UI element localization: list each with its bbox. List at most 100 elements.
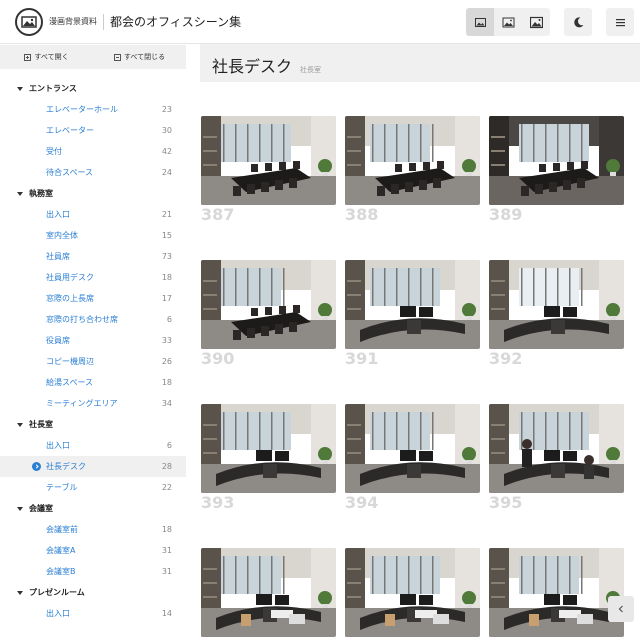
image-medium-icon — [502, 17, 514, 27]
sidebar-item[interactable]: コピー機周辺 26 — [0, 351, 186, 372]
sidebar-item-label: 待合スペース — [46, 168, 94, 177]
sidebar-item-count: 31 — [161, 567, 172, 576]
sidebar-item[interactable]: テーブル 22 — [0, 477, 186, 498]
office-photo-thumbnail[interactable] — [201, 116, 336, 205]
sidebar-item-count: 28 — [161, 462, 172, 471]
image-card[interactable]: 390 — [201, 260, 336, 368]
page-subtitle[interactable]: 社長室 — [300, 65, 321, 75]
image-card[interactable]: 394 — [345, 404, 480, 512]
sidebar-item[interactable]: 会議室前 18 — [0, 519, 186, 540]
sidebar-item-count: 18 — [161, 378, 172, 387]
sidebar-item[interactable]: 給湯スペース 18 — [0, 372, 186, 393]
sidebar-item-count: 24 — [161, 168, 172, 177]
image-card[interactable]: 396 — [201, 548, 336, 640]
scroll-left-button[interactable] — [608, 596, 634, 622]
sidebar-item[interactable]: 窓際の打ち合わせ席 6 — [0, 309, 186, 330]
sidebar-category[interactable]: エントランス — [0, 78, 186, 99]
office-photo-thumbnail[interactable] — [345, 116, 480, 205]
site-logo-icon[interactable] — [15, 7, 43, 36]
sidebar-category[interactable]: 執務室 — [0, 183, 186, 204]
image-number: 389 — [489, 205, 523, 224]
sidebar-item[interactable]: 社員用デスク 18 — [0, 267, 186, 288]
image-card[interactable]: 391 — [345, 260, 480, 368]
collapse-all-button[interactable]: すべて閉じる — [93, 52, 186, 62]
image-large-icon — [529, 16, 543, 28]
site-name[interactable]: 漫画背景資料 — [49, 16, 97, 27]
view-large-button[interactable] — [522, 8, 550, 36]
sidebar-item[interactable]: 社長デスク 28 — [0, 456, 186, 477]
sidebar-item-count: 22 — [161, 483, 172, 492]
caret-down-icon — [17, 506, 23, 511]
view-small-button[interactable] — [466, 8, 494, 36]
main-content: 社長デスク 社長室 387 388 389 390 391 392 393 394 395 396… — [200, 44, 640, 640]
sidebar-item-count: 18 — [161, 273, 172, 282]
sidebar-item[interactable]: 窓際の上長席 17 — [0, 288, 186, 309]
image-card[interactable]: 397 — [345, 548, 480, 640]
office-photo-thumbnail[interactable] — [345, 404, 480, 493]
sidebar-item[interactable]: 出入口 6 — [0, 435, 186, 456]
sidebar-item[interactable]: 待合スペース 24 — [0, 162, 186, 183]
sidebar-item-label: 会議室前 — [46, 525, 78, 534]
sidebar-item-label: ミーティングエリア — [46, 399, 118, 408]
image-card[interactable]: 389 — [489, 116, 624, 224]
sidebar-item-label: 会議室B — [46, 567, 76, 576]
office-photo-thumbnail[interactable] — [489, 116, 624, 205]
office-photo-thumbnail[interactable] — [201, 548, 336, 637]
dark-mode-button[interactable] — [564, 8, 592, 36]
moon-icon — [573, 16, 583, 27]
sidebar-item-count: 30 — [161, 126, 172, 135]
office-photo-thumbnail[interactable] — [489, 404, 624, 493]
sidebar-item[interactable]: 社員席 73 — [0, 246, 186, 267]
view-medium-button[interactable] — [494, 8, 522, 36]
sidebar-item-count: 33 — [161, 336, 172, 345]
sidebar-item[interactable]: 出入口 14 — [0, 603, 186, 624]
sidebar-category[interactable]: 社長室 — [0, 414, 186, 435]
sidebar-item[interactable]: 会議室B 31 — [0, 561, 186, 582]
sidebar-item-count: 6 — [166, 315, 172, 324]
sidebar-item[interactable]: 受付 42 — [0, 141, 186, 162]
image-card[interactable]: 388 — [345, 116, 480, 224]
office-photo-thumbnail[interactable] — [489, 548, 624, 637]
sidebar-item-count: 21 — [161, 210, 172, 219]
office-photo-thumbnail[interactable] — [345, 260, 480, 349]
image-small-icon — [474, 17, 486, 27]
caret-down-icon — [17, 590, 23, 595]
sidebar-item[interactable]: エレベーター 30 — [0, 120, 186, 141]
sidebar-item-label: 受付 — [46, 147, 62, 156]
image-number: 390 — [201, 349, 235, 368]
sidebar-item[interactable]: 室内全体 15 — [0, 225, 186, 246]
header: 漫画背景資料 都会のオフィスシーン集 — [0, 0, 640, 44]
image-card[interactable]: 387 — [201, 116, 336, 224]
sidebar-category[interactable]: プレゼンルーム — [0, 582, 186, 603]
sidebar-item-label: 会議室A — [46, 546, 76, 555]
image-card[interactable]: 395 — [489, 404, 624, 512]
office-photo-thumbnail[interactable] — [489, 260, 624, 349]
sidebar-item-count: 6 — [166, 441, 172, 450]
sidebar-item-count: 26 — [161, 357, 172, 366]
expand-bar: すべて開く すべて閉じる — [0, 45, 186, 69]
plus-square-icon — [24, 53, 32, 61]
page-heading[interactable]: 都会のオフィスシーン集 — [110, 13, 241, 30]
image-card[interactable]: 392 — [489, 260, 624, 368]
sidebar-item-count: 23 — [161, 105, 172, 114]
sidebar-item[interactable]: 役員席 33 — [0, 330, 186, 351]
image-card[interactable]: 393 — [201, 404, 336, 512]
sidebar-item[interactable]: エレベーターホール 23 — [0, 99, 186, 120]
office-photo-thumbnail[interactable] — [201, 260, 336, 349]
sidebar-item[interactable]: 会議室A 31 — [0, 540, 186, 561]
sidebar-category[interactable]: 会議室 — [0, 498, 186, 519]
menu-button[interactable] — [606, 8, 634, 36]
sidebar-item-label: 社長デスク — [46, 462, 86, 471]
sidebar: すべて開く すべて閉じる エントランス エレベーターホール 23 エレベーター 30 受付… — [0, 44, 186, 640]
sidebar-item[interactable]: 出入口 21 — [0, 204, 186, 225]
header-divider — [103, 13, 104, 30]
expand-all-button[interactable]: すべて開く — [0, 52, 93, 62]
chevron-left-icon — [618, 605, 623, 613]
image-card[interactable]: 398 — [489, 548, 624, 640]
office-photo-thumbnail[interactable] — [345, 548, 480, 637]
image-number: 388 — [345, 205, 379, 224]
office-photo-thumbnail[interactable] — [201, 404, 336, 493]
caret-down-icon — [17, 86, 23, 91]
sidebar-item-label: エレベーター — [46, 126, 94, 135]
sidebar-item[interactable]: ミーティングエリア 34 — [0, 393, 186, 414]
